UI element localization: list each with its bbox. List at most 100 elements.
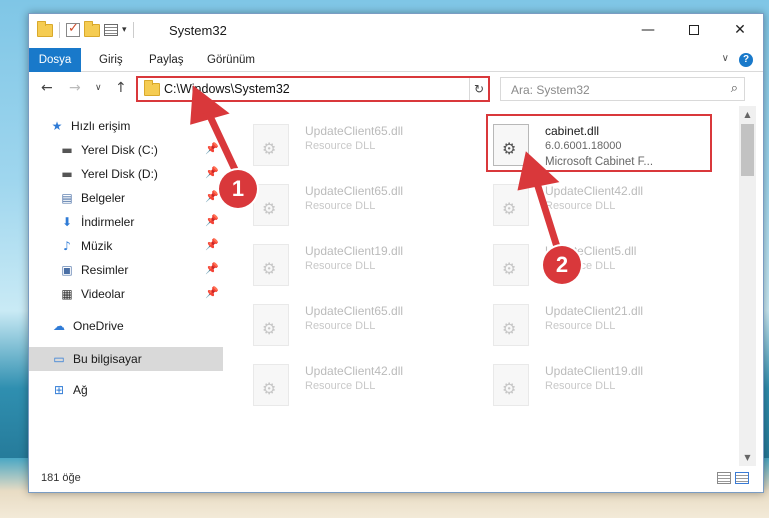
pin-icon: 📌 bbox=[205, 286, 219, 299]
sidebar-item-label: Ağ bbox=[73, 383, 88, 397]
item-count: 181 öğe bbox=[41, 472, 81, 484]
cloud-icon: ☁ bbox=[53, 319, 65, 333]
file-type: Resource DLL bbox=[305, 320, 376, 332]
details-view-icon[interactable] bbox=[717, 472, 731, 484]
sidebar-item-pictures[interactable]: ▣ Resimler 📌 bbox=[29, 258, 223, 282]
pin-icon: 📌 bbox=[205, 238, 219, 251]
sidebar-item-this-pc[interactable]: ▭ Bu bilgisayar bbox=[29, 347, 223, 371]
scroll-up-icon[interactable]: ▲ bbox=[739, 106, 756, 123]
file-type: Resource DLL bbox=[305, 380, 376, 392]
file-name: UpdateClient65.dll bbox=[305, 304, 404, 318]
sidebar-item-label: Resimler bbox=[81, 263, 129, 277]
pin-icon: 📌 bbox=[205, 142, 219, 155]
scrollbar-thumb[interactable] bbox=[741, 124, 754, 176]
file-type: Resource DLL bbox=[545, 380, 616, 392]
pin-icon: 📌 bbox=[205, 166, 219, 179]
search-input[interactable]: Ara: System32 ⌕ bbox=[500, 77, 745, 101]
dll-file-icon bbox=[493, 184, 529, 226]
sidebar-item-documents[interactable]: ▤ Belgeler 📌 bbox=[29, 186, 223, 210]
file-type: Resource DLL bbox=[305, 200, 376, 212]
sidebar-item-label: Hızlı erişim bbox=[71, 119, 131, 133]
navigation-bar: ← → ∨ ↑ C:\Windows\System32 ∨ ↻ Ara: Sys… bbox=[29, 72, 763, 106]
toolbar-divider bbox=[132, 22, 134, 38]
sidebar-item-onedrive[interactable]: ☁ OneDrive bbox=[29, 314, 223, 338]
download-icon: ⬇ bbox=[61, 215, 73, 229]
sidebar-item-drive-d[interactable]: ▬ Yerel Disk (D:) 📌 bbox=[29, 162, 223, 186]
file-name: UpdateClient19.dll bbox=[305, 244, 404, 258]
sidebar-item-quick-access[interactable]: ★ Hızlı erişim bbox=[29, 114, 223, 138]
music-icon: ♪ bbox=[63, 239, 71, 253]
window-title: System32 bbox=[169, 23, 227, 38]
computer-icon: ▭ bbox=[53, 352, 65, 366]
network-icon: ⊞ bbox=[53, 383, 65, 397]
maximize-button[interactable] bbox=[671, 14, 717, 46]
file-name: UpdateClient65.dll bbox=[305, 184, 404, 198]
file-item[interactable]: UpdateClient19.dll Resource DLL bbox=[235, 236, 465, 288]
tab-share[interactable]: Paylaş bbox=[149, 48, 184, 72]
sidebar-item-label: Yerel Disk (C:) bbox=[81, 143, 158, 157]
star-icon: ★ bbox=[51, 119, 63, 133]
sidebar-item-label: Belgeler bbox=[81, 191, 126, 205]
tab-view[interactable]: Görünüm bbox=[207, 48, 255, 72]
sidebar-item-downloads[interactable]: ⬇ İndirmeler 📌 bbox=[29, 210, 223, 234]
status-bar: 181 öğe bbox=[29, 466, 763, 492]
properties-icon[interactable] bbox=[104, 24, 118, 36]
address-highlight-box bbox=[136, 76, 490, 102]
search-icon[interactable]: ⌕ bbox=[731, 81, 738, 96]
file-item[interactable]: UpdateClient65.dll Resource DLL bbox=[235, 176, 465, 228]
forward-button[interactable]: → bbox=[69, 80, 81, 96]
properties-check-icon[interactable] bbox=[66, 21, 80, 37]
sidebar-item-label: OneDrive bbox=[73, 319, 124, 333]
tiles-view-icon[interactable] bbox=[735, 472, 749, 484]
sidebar-item-label: Müzik bbox=[81, 239, 113, 253]
file-type: Resource DLL bbox=[545, 200, 616, 212]
explorer-window: ▾ System32 — ✕ Dosya Giriş Paylaş Görünü… bbox=[28, 13, 764, 493]
sidebar-item-label: İndirmeler bbox=[81, 215, 135, 229]
file-item[interactable]: UpdateClient65.dll Resource DLL bbox=[235, 296, 465, 348]
file-item[interactable]: UpdateClient5.dll Resource DLL bbox=[475, 236, 705, 288]
toolbar-divider bbox=[59, 22, 60, 38]
up-button[interactable]: ↑ bbox=[115, 80, 127, 96]
sidebar-item-label: Videolar bbox=[81, 287, 125, 301]
sidebar-item-label: Bu bilgisayar bbox=[73, 352, 142, 366]
file-type: Resource DLL bbox=[305, 260, 376, 272]
tab-home[interactable]: Giriş bbox=[99, 48, 123, 72]
file-item[interactable]: UpdateClient42.dll Resource DLL bbox=[475, 176, 705, 228]
sidebar-item-network[interactable]: ⊞ Ağ bbox=[29, 378, 223, 402]
file-item[interactable]: UpdateClient21.dll Resource DLL bbox=[475, 296, 705, 348]
search-placeholder: Ara: System32 bbox=[511, 83, 590, 97]
quick-access-toolbar: ▾ bbox=[37, 20, 136, 38]
file-item[interactable]: UpdateClient65.dll Resource DLL bbox=[235, 116, 465, 168]
minimize-button[interactable]: — bbox=[625, 14, 671, 46]
video-icon: ▦ bbox=[61, 287, 73, 301]
pin-icon: 📌 bbox=[205, 214, 219, 227]
file-item[interactable]: UpdateClient42.dll Resource DLL bbox=[235, 356, 465, 408]
dll-file-icon bbox=[493, 304, 529, 346]
folder-icon bbox=[37, 20, 53, 37]
vertical-scrollbar[interactable]: ▲ ▼ bbox=[739, 106, 756, 466]
customize-dropdown-icon[interactable]: ▾ bbox=[122, 25, 127, 35]
back-button[interactable]: ← bbox=[41, 80, 53, 96]
drive-icon: ▬ bbox=[61, 167, 73, 181]
new-folder-icon[interactable] bbox=[84, 20, 100, 37]
pin-icon: 📌 bbox=[205, 262, 219, 275]
sidebar-item-videos[interactable]: ▦ Videolar 📌 bbox=[29, 282, 223, 306]
file-type: Resource DLL bbox=[305, 140, 376, 152]
expand-ribbon-icon[interactable]: ∨ bbox=[722, 53, 729, 64]
sidebar-item-drive-c[interactable]: ▬ Yerel Disk (C:) 📌 bbox=[29, 138, 223, 162]
scroll-down-icon[interactable]: ▼ bbox=[739, 449, 756, 466]
help-icon[interactable]: ? bbox=[739, 53, 753, 67]
file-name: UpdateClient42.dll bbox=[305, 364, 404, 378]
dll-file-icon bbox=[253, 184, 289, 226]
dll-file-icon bbox=[493, 244, 529, 286]
file-name: UpdateClient65.dll bbox=[305, 124, 404, 138]
sidebar-item-music[interactable]: ♪ Müzik 📌 bbox=[29, 234, 223, 258]
file-name: UpdateClient42.dll bbox=[545, 184, 644, 198]
close-button[interactable]: ✕ bbox=[717, 14, 763, 46]
file-item[interactable]: UpdateClient19.dll Resource DLL bbox=[475, 356, 705, 408]
recent-locations-button[interactable]: ∨ bbox=[95, 83, 102, 93]
title-bar: ▾ System32 — ✕ bbox=[29, 14, 763, 48]
maximize-icon bbox=[689, 25, 699, 35]
dll-file-icon bbox=[253, 244, 289, 286]
dll-file-icon bbox=[253, 304, 289, 346]
